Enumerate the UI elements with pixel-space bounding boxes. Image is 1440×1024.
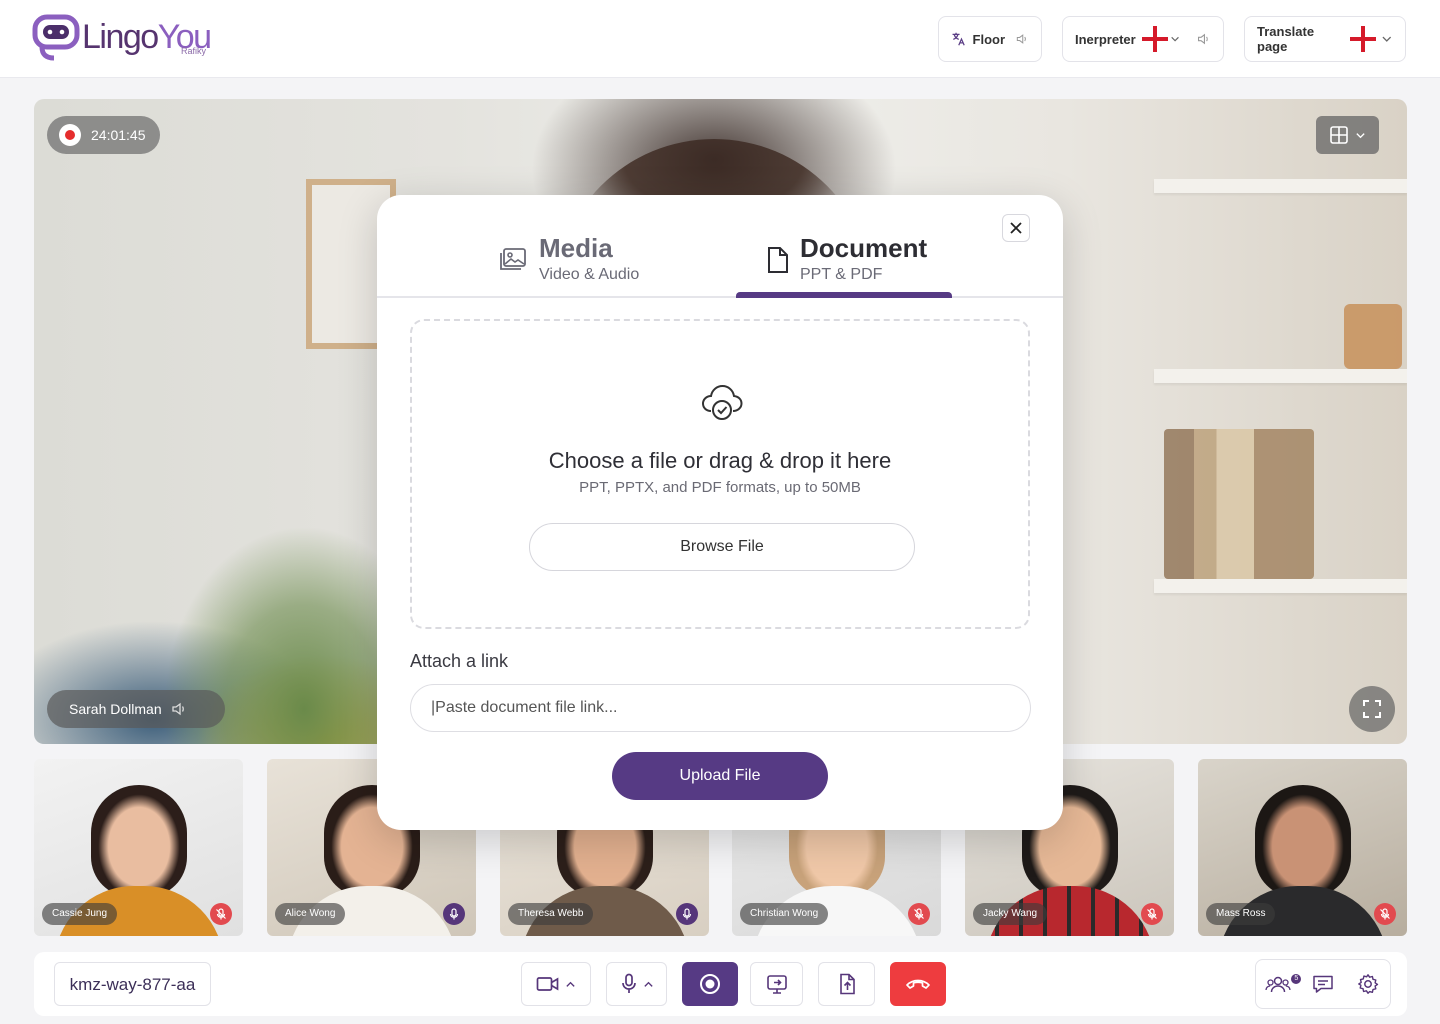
- mic-muted-icon[interactable]: [210, 903, 232, 925]
- translate-page-button[interactable]: Translate page: [1244, 16, 1406, 62]
- chevron-up-icon: [566, 981, 575, 987]
- england-flag-icon: [1141, 26, 1168, 52]
- participant-name: Jacky Wang: [973, 903, 1048, 925]
- attach-link-label: Attach a link: [410, 651, 509, 671]
- interpreter-label: Inerpreter: [1075, 31, 1136, 47]
- fullscreen-icon: [1363, 700, 1381, 718]
- share-document-button[interactable]: [818, 962, 875, 1006]
- upload-document-modal: Media Video & Audio Document PPT & PDF C…: [377, 195, 1063, 830]
- tab-media-title: Media: [539, 233, 613, 263]
- fullscreen-button[interactable]: [1349, 686, 1395, 732]
- call-controls-bar: kmz-way-877-aa 5: [34, 952, 1407, 1016]
- participant-name: Cassie Jung: [42, 903, 118, 925]
- active-speaker-tag: Sarah Dollman: [47, 690, 225, 728]
- tab-document-title: Document: [800, 233, 928, 263]
- upload-file-button[interactable]: Upload File: [612, 752, 828, 800]
- speaker-icon[interactable]: [1015, 30, 1029, 48]
- participant-tile[interactable]: Mass Ross: [1198, 759, 1407, 936]
- england-flag-icon: [1350, 26, 1377, 52]
- video-camera-icon: [536, 977, 559, 991]
- tab-document[interactable]: Document PPT & PDF: [800, 233, 927, 295]
- gear-icon: [1357, 974, 1378, 994]
- participant-name: Mass Ross: [1206, 903, 1276, 925]
- participant-name: Alice Wong: [275, 903, 346, 925]
- recording-time: 24:01:45: [91, 127, 146, 143]
- record-icon: [700, 974, 720, 994]
- speaker-icon[interactable]: [1196, 30, 1211, 48]
- speaker-name: Sarah Dollman: [69, 701, 162, 717]
- participant-name: Theresa Webb: [508, 903, 594, 925]
- chat-button[interactable]: [1308, 969, 1338, 999]
- tab-document-subtitle: PPT & PDF: [800, 266, 883, 283]
- translate-icon: [952, 32, 965, 46]
- translate-page-label: Translate page: [1257, 24, 1315, 54]
- plant-pot: [1344, 304, 1402, 369]
- app-logo[interactable]: LingoYou Rafiky: [32, 14, 222, 64]
- mic-muted-icon[interactable]: [1374, 903, 1396, 925]
- cloud-check-icon: [701, 384, 743, 420]
- logo-mark-icon: [32, 14, 80, 61]
- upload-type-tabs: Media Video & Audio Document PPT & PDF: [377, 195, 1063, 298]
- record-dot-icon: [59, 124, 81, 146]
- layout-toggle-button[interactable]: [1316, 116, 1379, 154]
- participant-tile[interactable]: Cassie Jung: [34, 759, 243, 936]
- interpreter-button[interactable]: Inerpreter: [1062, 16, 1224, 62]
- wall-shelf: [1154, 179, 1407, 193]
- file-dropzone[interactable]: Choose a file or drag & drop it here PPT…: [410, 319, 1030, 629]
- mic-muted-icon[interactable]: [908, 903, 930, 925]
- shelf-books: [1164, 429, 1314, 579]
- grid-layout-icon: [1330, 126, 1348, 144]
- screen-share-icon: [766, 975, 787, 994]
- chevron-down-icon: [1170, 36, 1179, 42]
- microphone-icon: [621, 973, 636, 993]
- chat-icon: [1313, 975, 1333, 993]
- top-header: LingoYou Rafiky Floor Inerpreter Transla…: [0, 0, 1440, 78]
- mic-muted-icon[interactable]: [1141, 903, 1163, 925]
- logo-subname: Rafiky: [181, 46, 207, 56]
- active-tab-indicator: [736, 292, 952, 298]
- room-code[interactable]: kmz-way-877-aa: [54, 962, 211, 1006]
- microphone-button[interactable]: [606, 962, 667, 1006]
- record-button[interactable]: [682, 962, 738, 1006]
- side-panel-toggles: 5: [1255, 959, 1391, 1009]
- document-link-input[interactable]: [410, 684, 1031, 732]
- floor-label: Floor: [972, 31, 1006, 47]
- browse-file-button[interactable]: Browse File: [529, 523, 915, 571]
- end-call-button[interactable]: [890, 962, 946, 1006]
- close-modal-button[interactable]: [1002, 214, 1030, 242]
- chevron-down-icon: [1356, 132, 1365, 138]
- mic-on-icon[interactable]: [676, 903, 698, 925]
- participant-face: [90, 785, 187, 897]
- mic-on-icon[interactable]: [443, 903, 465, 925]
- recording-timer: 24:01:45: [47, 116, 160, 154]
- dropzone-title: Choose a file or drag & drop it here: [548, 448, 892, 473]
- dropzone-subtitle: PPT, PPTX, and PDF formats, up to 50MB: [579, 479, 861, 496]
- chevron-down-icon: [1382, 36, 1392, 42]
- participants-count-badge: 5: [1291, 974, 1302, 984]
- floor-button[interactable]: Floor: [938, 16, 1042, 62]
- wall-shelf: [1154, 579, 1407, 593]
- participants-button[interactable]: 5: [1263, 969, 1302, 999]
- participant-face: [1254, 785, 1351, 897]
- camera-button[interactable]: [521, 962, 591, 1006]
- tab-media-subtitle: Video & Audio: [539, 266, 640, 283]
- close-icon: [1010, 222, 1022, 234]
- speaker-icon: [171, 702, 184, 716]
- tab-media[interactable]: Media Video & Audio: [539, 233, 639, 295]
- chevron-up-icon: [643, 981, 653, 987]
- participants-icon: [1265, 976, 1291, 993]
- document-icon: [768, 247, 788, 273]
- settings-button[interactable]: [1353, 969, 1383, 999]
- share-screen-button[interactable]: [750, 962, 803, 1006]
- participant-name: Christian Wong: [740, 903, 829, 925]
- hang-up-icon: [906, 979, 930, 989]
- document-upload-icon: [839, 973, 855, 995]
- wall-shelf: [1154, 369, 1407, 383]
- media-gallery-icon: [500, 248, 526, 270]
